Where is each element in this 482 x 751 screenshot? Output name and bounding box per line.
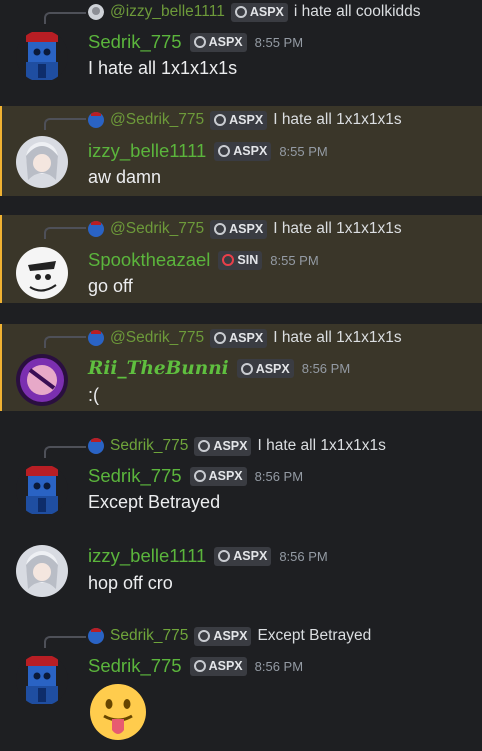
reply-preview[interactable]: @Sedrik_775 ASPX I hate all 1x1x1x1s — [88, 109, 402, 131]
message-header: Rii_TheBunni ASPX 8:56 PM — [88, 358, 350, 379]
reply-mention[interactable]: @izzy_belle1111 — [110, 3, 225, 21]
message-text: Except Betrayed — [88, 492, 221, 512]
tag-icon — [214, 332, 227, 344]
message-header: Spooktheazael SIN 8:55 PM — [88, 249, 319, 271]
timestamp[interactable]: 8:56 PM — [255, 659, 303, 674]
clan-tag[interactable]: ASPX — [189, 466, 247, 486]
tag-icon — [218, 145, 231, 157]
tag-icon — [193, 660, 206, 672]
username[interactable]: Rii_TheBunni — [88, 358, 229, 379]
reply-tag: ASPX — [230, 2, 288, 22]
reply-mention[interactable]: @Sedrik_775 — [110, 220, 204, 238]
reply-preview[interactable]: @Sedrik_775 ASPX I hate all 1x1x1x1s — [88, 327, 402, 349]
timestamp[interactable]: 8:55 PM — [279, 144, 327, 159]
clan-tag[interactable]: ASPX — [236, 359, 294, 378]
message-header: izzy_belle1111 ASPX 8:55 PM — [88, 140, 328, 162]
tag-icon — [234, 6, 247, 18]
message-header: izzy_belle1111 ASPX 8:56 PM — [88, 545, 328, 567]
spook-avatar[interactable] — [16, 247, 68, 299]
izzy-avatar-mini-icon — [88, 4, 104, 20]
username[interactable]: izzy_belle1111 — [88, 140, 206, 162]
timestamp[interactable]: 8:56 PM — [255, 469, 303, 484]
clan-tag[interactable]: ASPX — [189, 32, 247, 52]
chat-log: @izzy_belle1111 ASPX i hate all coolkidd… — [0, 0, 482, 751]
clan-tag[interactable]: ASPX — [214, 546, 272, 566]
reply-text: I hate all 1x1x1x1s — [273, 220, 402, 237]
sedrik-avatar-mini-icon — [88, 438, 104, 454]
message-3[interactable]: @Sedrik_775 ASPX I hate all 1x1x1x1s Spo… — [0, 215, 482, 303]
reply-mention[interactable]: @Sedrik_775 — [110, 329, 204, 347]
timestamp[interactable]: 8:55 PM — [270, 253, 318, 268]
izzy-avatar[interactable] — [16, 545, 68, 597]
message-text: hop off cro — [88, 573, 173, 593]
reply-preview[interactable]: Sedrik_775 ASPX I hate all 1x1x1x1s — [88, 435, 386, 457]
message-text: go off — [88, 276, 133, 296]
reply-text: i hate all coolkidds — [293, 3, 421, 20]
username[interactable]: izzy_belle1111 — [88, 545, 206, 567]
reply-text: Except Betrayed — [257, 627, 372, 644]
tag-icon — [193, 470, 206, 482]
clan-tag[interactable]: ASPX — [189, 656, 247, 676]
tag-icon — [214, 223, 227, 235]
reply-mention[interactable]: Sedrik_775 — [110, 627, 188, 645]
tag-icon — [222, 254, 235, 266]
reply-connector — [44, 636, 86, 648]
reply-mention[interactable]: Sedrik_775 — [110, 437, 188, 455]
username[interactable]: Sedrik_775 — [88, 31, 182, 53]
reply-connector — [44, 12, 86, 24]
message-5[interactable]: Sedrik_775 ASPX I hate all 1x1x1x1s Sedr… — [0, 434, 482, 524]
tag-icon — [214, 114, 227, 126]
tongue-out-emoji-icon — [90, 684, 146, 740]
reply-tag: ASPX — [210, 219, 268, 239]
reply-connector — [44, 446, 86, 458]
message-text: I hate all 1x1x1x1s — [88, 58, 238, 78]
reply-tag: ASPX — [210, 328, 268, 348]
sedrik-avatar-mini-icon — [88, 628, 104, 644]
username[interactable]: Sedrik_775 — [88, 655, 182, 677]
clan-tag[interactable]: SIN — [218, 250, 263, 270]
message-text: aw damn — [88, 167, 162, 187]
reply-text: I hate all 1x1x1x1s — [273, 111, 402, 128]
reply-tag: ASPX — [194, 436, 252, 456]
reply-connector — [44, 227, 86, 239]
reply-preview[interactable]: @Sedrik_775 ASPX I hate all 1x1x1x1s — [88, 218, 402, 240]
message-1[interactable]: @izzy_belle1111 ASPX i hate all coolkidd… — [0, 0, 482, 96]
reply-connector — [44, 118, 86, 130]
message-4[interactable]: @Sedrik_775 ASPX I hate all 1x1x1x1s Rii… — [0, 324, 482, 411]
reply-tag: ASPX — [210, 110, 268, 130]
rii-avatar[interactable] — [16, 354, 68, 406]
tag-icon — [198, 440, 211, 452]
reply-tag: ASPX — [194, 626, 252, 646]
sedrik-avatar[interactable] — [16, 464, 68, 516]
reply-text: I hate all 1x1x1x1s — [257, 437, 386, 454]
message-6[interactable]: izzy_belle1111 ASPX 8:56 PM hop off cro — [0, 540, 482, 610]
sedrik-avatar[interactable] — [16, 654, 68, 706]
sedrik-avatar-mini-icon — [88, 221, 104, 237]
reply-preview[interactable]: @izzy_belle1111 ASPX i hate all coolkidd… — [88, 1, 421, 23]
reply-text: I hate all 1x1x1x1s — [273, 329, 402, 346]
timestamp[interactable]: 8:56 PM — [279, 549, 327, 564]
username[interactable]: Sedrik_775 — [88, 465, 182, 487]
tag-icon — [240, 362, 253, 375]
sedrik-avatar-mini-icon — [88, 112, 104, 128]
message-7[interactable]: Sedrik_775 ASPX Except Betrayed Sedrik_7… — [0, 624, 482, 744]
username[interactable]: Spooktheazael — [88, 249, 210, 271]
izzy-avatar[interactable] — [16, 136, 68, 188]
sedrik-avatar-mini-icon — [88, 330, 104, 346]
tag-icon — [198, 630, 211, 642]
reply-mention[interactable]: @Sedrik_775 — [110, 111, 204, 129]
tag-icon — [193, 36, 206, 48]
message-header: Sedrik_775 ASPX 8:56 PM — [88, 465, 303, 487]
sedrik-avatar[interactable] — [16, 30, 68, 82]
message-header: Sedrik_775 ASPX 8:55 PM — [88, 31, 303, 53]
timestamp[interactable]: 8:55 PM — [255, 35, 303, 50]
message-2[interactable]: @Sedrik_775 ASPX I hate all 1x1x1x1s izz… — [0, 106, 482, 196]
reply-preview[interactable]: Sedrik_775 ASPX Except Betrayed — [88, 625, 371, 647]
message-text: :( — [88, 385, 99, 405]
timestamp[interactable]: 8:56 PM — [302, 361, 350, 376]
reply-connector — [44, 336, 86, 348]
tag-icon — [218, 550, 231, 562]
clan-tag[interactable]: ASPX — [214, 141, 272, 161]
message-header: Sedrik_775 ASPX 8:56 PM — [88, 655, 303, 677]
